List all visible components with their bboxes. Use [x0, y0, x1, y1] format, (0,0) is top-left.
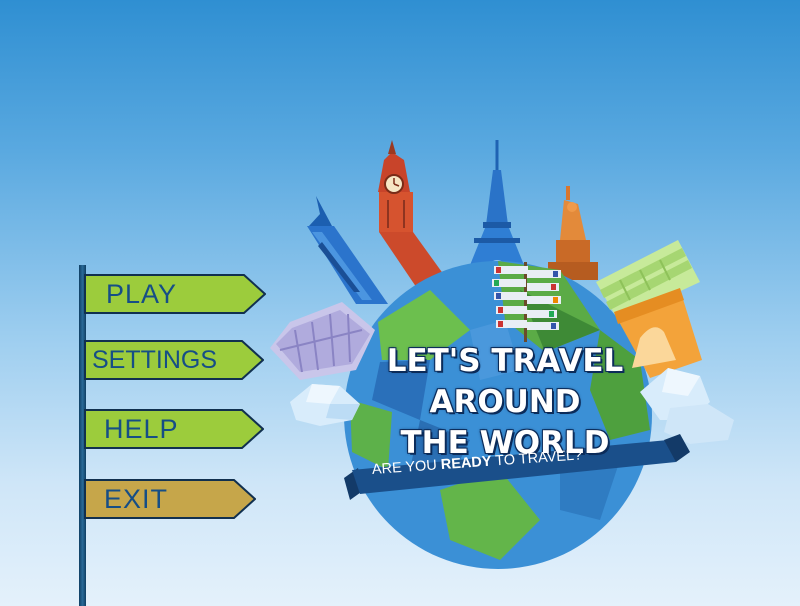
settings-button[interactable]: SETTINGS: [84, 340, 264, 380]
exit-label: EXIT: [104, 484, 169, 514]
play-button[interactable]: PLAY: [84, 274, 266, 314]
play-label: PLAY: [106, 279, 178, 309]
eiffel-tower-icon: [466, 140, 528, 275]
cloud-right-icon: [640, 368, 734, 444]
statue-of-liberty-icon: [548, 186, 598, 280]
exit-button[interactable]: EXIT: [84, 479, 256, 519]
empire-state-building-icon: [307, 196, 388, 304]
settings-label: SETTINGS: [92, 346, 218, 374]
help-label: HELP: [104, 414, 179, 444]
help-button[interactable]: HELP: [84, 409, 264, 449]
